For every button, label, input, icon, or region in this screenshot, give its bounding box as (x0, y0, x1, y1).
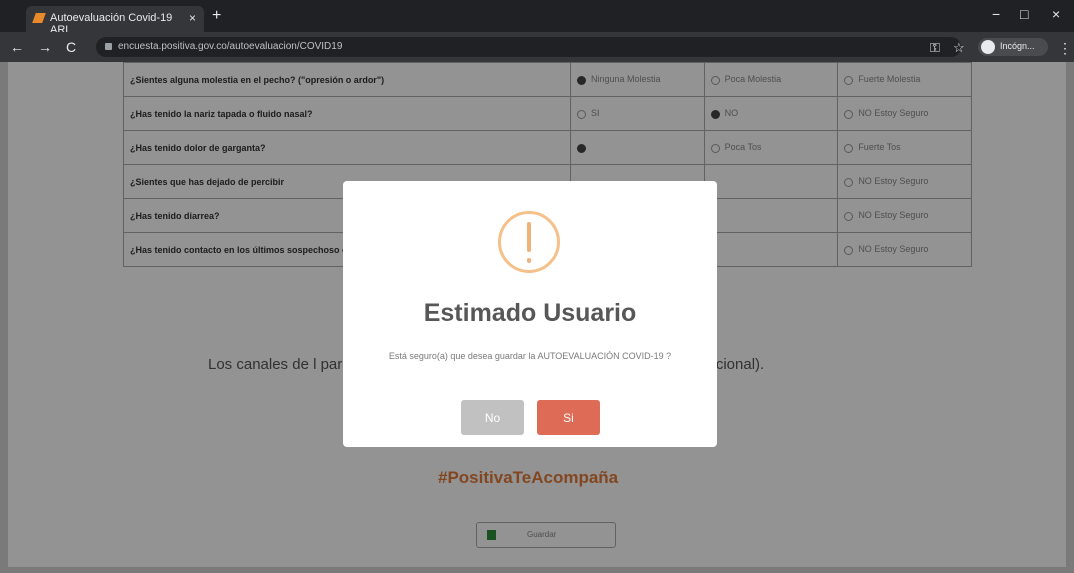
browser-window: Autoevaluación Covid-19 ARL × + − □ × ← … (0, 0, 1074, 573)
reload-button[interactable]: C (66, 39, 76, 55)
address-bar[interactable]: encuesta.positiva.gov.co/autoevaluacion/… (96, 37, 961, 57)
key-icon[interactable]: ⚿ (930, 40, 940, 56)
maximize-button[interactable]: □ (1020, 6, 1028, 22)
favicon-icon (32, 13, 46, 23)
forward-button[interactable]: → (38, 39, 52, 55)
new-tab-button[interactable]: + (212, 7, 221, 25)
warning-icon (498, 211, 560, 273)
browser-tab[interactable]: Autoevaluación Covid-19 ARL × (26, 6, 204, 36)
dialog-message: Está seguro(a) que desea guardar la AUTO… (388, 351, 672, 361)
tab-strip: Autoevaluación Covid-19 ARL × + − □ × (0, 0, 1074, 36)
back-button[interactable]: ← (10, 39, 24, 55)
confirm-dialog: Estimado Usuario Está seguro(a) que dese… (343, 181, 717, 447)
profile-button[interactable]: Incógn... (978, 38, 1048, 56)
lock-icon (105, 43, 112, 50)
url-text: encuesta.positiva.gov.co/autoevaluacion/… (118, 41, 343, 52)
close-window-button[interactable]: × (1052, 6, 1060, 22)
toolbar: ← → C encuesta.positiva.gov.co/autoevalu… (0, 32, 1074, 62)
minimize-button[interactable]: − (992, 6, 1000, 22)
yes-button[interactable]: Si (537, 400, 600, 435)
no-button[interactable]: No (461, 400, 524, 435)
avatar-icon (981, 40, 995, 54)
star-icon[interactable]: ☆ (953, 40, 965, 56)
tab-close-icon[interactable]: × (189, 11, 196, 25)
profile-label: Incógn... (1000, 41, 1035, 51)
dialog-title: Estimado Usuario (423, 299, 637, 327)
menu-icon[interactable]: ⋮ (1058, 40, 1072, 57)
